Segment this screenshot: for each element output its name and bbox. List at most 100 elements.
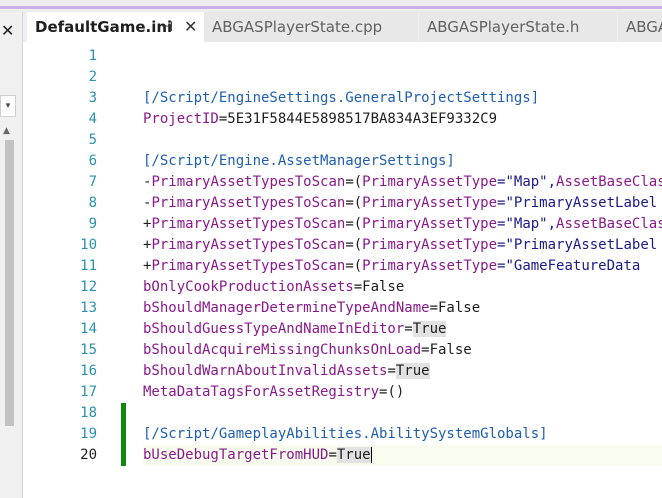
code-token: = [387,363,396,379]
tab-label: ABGASPlayerState.h [427,18,580,36]
code-line[interactable]: 8 -PrimaryAssetTypesToScan=(PrimaryAssetT… [27,193,662,214]
code-line[interactable]: 18 [27,403,662,424]
code-line[interactable]: 5 [27,130,662,151]
code-token: PrimaryAssetTypesToScan [151,174,346,190]
line-number: 17 [80,384,97,400]
code-text: +PrimaryAssetTypesToScan=(PrimaryAssetTy… [143,214,662,235]
code-token: =False [353,279,405,295]
tab-label: ABGA [626,18,662,36]
line-number: 13 [80,300,97,316]
code-editor[interactable]: 1 2 3 [/Script/EngineSettings.GeneralProjec… [27,42,662,498]
code-token: bShouldGuessTypeAndNameInEditor [143,321,405,337]
line-number: 5 [88,132,97,148]
close-icon[interactable]: ✕ [1,22,14,40]
line-number: 20 [80,447,97,463]
code-token: AssetBaseClass [556,216,662,232]
tab-abgasplayerstate-h[interactable]: ABGASPlayerState.h [419,12,617,42]
scrollbar-thumb[interactable] [5,140,14,426]
code-token: =( [345,258,363,274]
line-number: 3 [88,90,97,106]
tab-abgasplayerstate-cpp[interactable]: ABGASPlayerState.cpp [204,12,418,42]
code-token: True [395,363,430,379]
code-line[interactable]: 16 bShouldWarnAboutInvalidAssets=True [27,361,662,382]
code-line[interactable]: 17 MetaDataTagsForAssetRegistry=() [27,382,662,403]
code-line[interactable]: 1 [27,46,662,67]
code-line[interactable]: 2 [27,67,662,88]
code-token: = [328,447,337,463]
code-text: [/Script/EngineSettings.GeneralProjectSe… [143,88,539,109]
code-text: [/Script/Engine.AssetManagerSettings] [143,151,455,172]
code-text: [/Script/GameplayAbilities.AbilitySystem… [143,424,548,445]
code-line[interactable]: 19 [/Script/GameplayAbilities.AbilitySyst… [27,424,662,445]
line-number: 18 [80,405,97,421]
code-text: ProjectID=5E31F5844E5898517BA834A3EF9332… [143,109,497,130]
code-line[interactable]: 9 +PrimaryAssetTypesToScan=(PrimaryAssetT… [27,214,662,235]
close-tab-icon[interactable]: ✕ [184,12,197,42]
code-token: PrimaryAssetTypesToScan [151,216,346,232]
code-line[interactable]: 11 +PrimaryAssetTypesToScan=(PrimaryAsset… [27,256,662,277]
code-line[interactable]: 7 -PrimaryAssetTypesToScan=(PrimaryAssetT… [27,172,662,193]
code-line[interactable]: 4 ProjectID=5E31F5844E5898517BA834A3EF933… [27,109,662,130]
scroll-up-icon[interactable]: ▲ [3,126,10,136]
line-number: 2 [88,69,97,85]
code-text: -PrimaryAssetTypesToScan=(PrimaryAssetTy… [143,193,657,214]
pin-icon[interactable]: ⊣ [161,12,173,42]
code-token: True [412,321,447,337]
code-token: PrimaryAssetType [362,237,498,253]
code-token: =" [497,195,514,211]
code-text: bShouldAcquireMissingChunksOnLoad=False [143,340,472,361]
line-number: 12 [80,279,97,295]
code-token: MetaDataTagsForAssetRegistry [143,384,380,400]
code-line[interactable]: 13 bShouldManagerDetermineTypeAndName=Fal… [27,298,662,319]
tab-label: DefaultGame.ini [35,18,173,36]
line-number: 7 [88,174,97,190]
text-caret [370,447,372,463]
change-marker [121,403,126,424]
line-number: 14 [80,321,97,337]
code-token: bShouldAcquireMissingChunksOnLoad [143,342,422,358]
code-line[interactable]: 12 bOnlyCookProductionAssets=False [27,277,662,298]
change-marker [121,445,126,466]
code-token: bOnlyCookProductionAssets [143,279,354,295]
code-token: AssetBaseClass [556,174,662,190]
code-token: [/Script/Engine.AssetManagerSettings] [143,153,455,169]
code-token: =( [345,174,363,190]
code-token: =( [345,195,363,211]
tab-abga[interactable]: ABGA [618,12,662,42]
code-token: =5E31F5844E5898517BA834A3EF9332C9 [218,111,498,127]
code-token: PrimaryAssetTypesToScan [151,237,346,253]
code-token: bShouldManagerDetermineTypeAndName [143,300,430,316]
code-line[interactable]: 14 bShouldGuessTypeAndNameInEditor=True [27,319,662,340]
code-token: True [336,447,371,463]
code-token: PrimaryAssetLabel [513,237,658,253]
code-text: bShouldGuessTypeAndNameInEditor=True [143,319,447,340]
code-token: PrimaryAssetType [362,174,498,190]
code-text: bShouldWarnAboutInvalidAssets=True [143,361,430,382]
code-token: =False [421,342,472,358]
code-text: -PrimaryAssetTypesToScan=(PrimaryAssetTy… [143,172,662,193]
code-line[interactable]: 15 bShouldAcquireMissingChunksOnLoad=Fals… [27,340,662,361]
code-token: PrimaryAssetType [362,216,498,232]
line-number: 15 [80,342,97,358]
tab-defaultgame-ini[interactable]: DefaultGame.ini ⊣ ✕ [27,12,204,42]
line-number: 16 [80,363,97,379]
line-number: 6 [88,153,97,169]
code-text: bOnlyCookProductionAssets=False [143,277,404,298]
code-token: =" [497,237,514,253]
code-token: PrimaryAssetType [362,195,498,211]
tab-label: ABGASPlayerState.cpp [212,18,383,36]
code-line[interactable]: 3 [/Script/EngineSettings.GeneralProjectS… [27,88,662,109]
code-line[interactable]: 20 bUseDebugTargetFromHUD=True [27,445,662,466]
window-title-strip [0,0,662,12]
line-number: 8 [88,195,97,211]
code-token: =( [345,237,363,253]
code-line[interactable]: 6 [/Script/Engine.AssetManagerSettings] [27,151,662,172]
code-text: +PrimaryAssetTypesToScan=(PrimaryAssetTy… [143,235,657,256]
code-token: =() [379,384,405,400]
code-token: ="Map", [497,174,557,190]
chevron-down-icon[interactable]: ▾ [0,95,16,117]
code-token: bShouldWarnAboutInvalidAssets [143,363,388,379]
code-text: bUseDebugTargetFromHUD=True [143,445,372,466]
code-line[interactable]: 10 +PrimaryAssetTypesToScan=(PrimaryAsset… [27,235,662,256]
code-token: PrimaryAssetTypesToScan [151,195,346,211]
